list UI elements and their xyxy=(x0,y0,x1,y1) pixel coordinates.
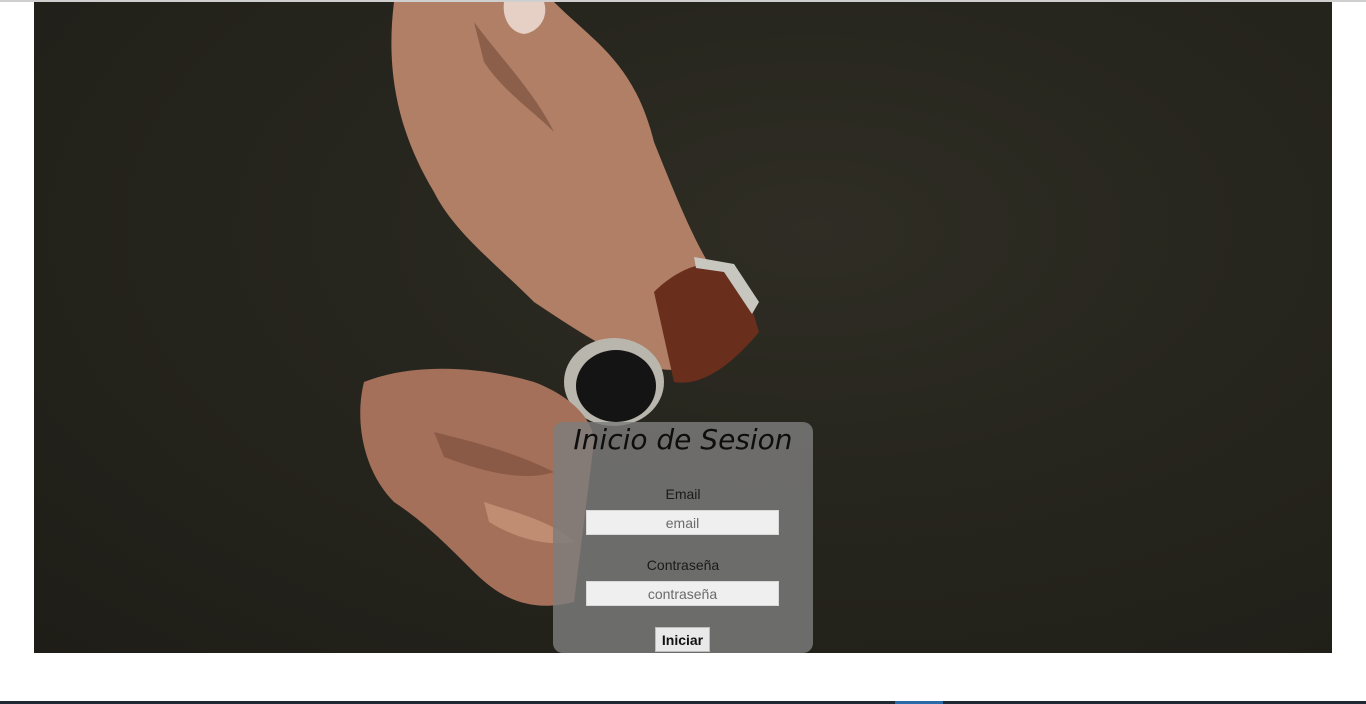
email-input[interactable] xyxy=(586,510,779,535)
password-label: Contraseña xyxy=(646,557,720,573)
login-submit-button[interactable]: Iniciar xyxy=(655,627,710,652)
email-label: Email xyxy=(665,486,701,502)
password-input[interactable] xyxy=(586,581,779,606)
login-title: Inicio de Sesion xyxy=(573,423,793,456)
login-panel: Inicio de Sesion Email Contraseña xyxy=(553,422,813,653)
watch-face xyxy=(576,350,656,422)
